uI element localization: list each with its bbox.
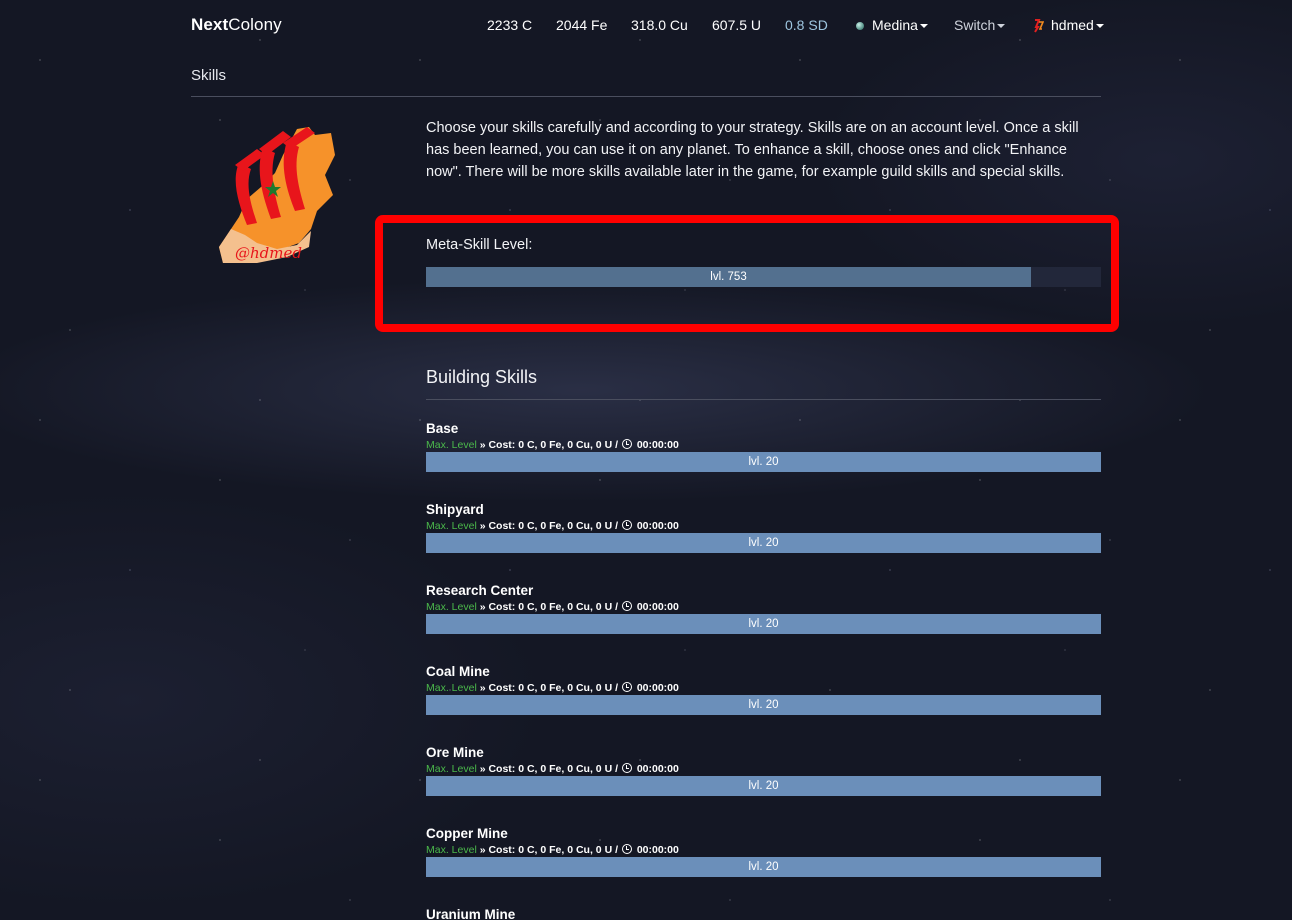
- skill-name: Shipyard: [426, 502, 484, 517]
- skill-progress-bar: lvl. 20: [426, 857, 1101, 877]
- top-navbar: NextColony 2233 C 2044 Fe 318.0 Cu 607.5…: [0, 0, 1292, 50]
- skill-level-text: lvl. 20: [748, 699, 779, 711]
- chevron-down-icon: [997, 24, 1006, 29]
- resource-coal: 2233 C: [487, 17, 533, 33]
- skill-cost-line: Max. Level » Cost: 0 C, 0 Fe, 0 Cu, 0 U …: [426, 844, 679, 856]
- skill-progress-bar: lvl. 20: [426, 452, 1101, 472]
- skill-base: Base Max. Level » Cost: 0 C, 0 Fe, 0 Cu,…: [426, 421, 1101, 491]
- clock-icon: [621, 763, 632, 773]
- skill-level-text: lvl. 20: [748, 456, 779, 468]
- clock-icon: [621, 520, 632, 530]
- skill-level-text: lvl. 20: [748, 537, 779, 549]
- resource-uranium: 607.5 U: [712, 17, 762, 33]
- max-level-label: Max. Level: [426, 763, 477, 775]
- skill-name: Copper Mine: [426, 826, 508, 841]
- skill-name: Uranium Mine: [426, 907, 516, 920]
- skill-progress-bar: lvl. 20: [426, 614, 1101, 634]
- skill-level-text: lvl. 20: [748, 780, 779, 792]
- skill-name: Base: [426, 421, 459, 436]
- skill-shipyard: Shipyard Max. Level » Cost: 0 C, 0 Fe, 0…: [426, 502, 1101, 572]
- skill-progress-bar: lvl. 20: [426, 776, 1101, 796]
- clock-icon: [621, 439, 632, 449]
- skill-copper-mine: Copper Mine Max. Level » Cost: 0 C, 0 Fe…: [426, 826, 1101, 896]
- chevron-down-icon: [919, 24, 928, 29]
- chevron-down-icon: [1095, 24, 1104, 29]
- page-title: Skills: [191, 67, 227, 84]
- user-avatar-icon: [1034, 19, 1044, 33]
- brand-logo[interactable]: NextColony: [191, 15, 282, 35]
- clock-icon: [621, 682, 632, 692]
- skill-cost-line: Max. Level » Cost: 0 C, 0 Fe, 0 Cu, 0 U …: [426, 520, 679, 532]
- skill-progress-bar: lvl. 20: [426, 695, 1101, 715]
- meta-skill-level-text: lvl. 753: [710, 271, 747, 283]
- max-level-label: Max. Level: [426, 682, 477, 694]
- planet-icon: [856, 22, 864, 31]
- skill-cost-line: Max. Level » Cost: 0 C, 0 Fe, 0 Cu, 0 U …: [426, 601, 679, 613]
- user-dropdown[interactable]: hdmed: [1032, 17, 1104, 33]
- meta-skill-label: Meta-Skill Level:: [426, 237, 533, 253]
- planet-dropdown[interactable]: Medina: [856, 17, 928, 33]
- clock-icon: [621, 844, 632, 854]
- skill-coal-mine: Coal Mine Max. Level » Cost: 0 C, 0 Fe, …: [426, 664, 1101, 734]
- clock-icon: [621, 601, 632, 611]
- resource-steem-dollar[interactable]: 0.8 SD: [785, 17, 828, 33]
- skill-level-text: lvl. 20: [748, 618, 779, 630]
- switch-dropdown[interactable]: Switch: [954, 17, 1006, 33]
- meta-skill-progress-bar: lvl. 753: [426, 267, 1101, 287]
- skill-research-center: Research Center Max. Level » Cost: 0 C, …: [426, 583, 1101, 653]
- skill-name: Research Center: [426, 583, 534, 598]
- resource-ore: 2044 Fe: [556, 17, 608, 33]
- skill-level-text: lvl. 20: [748, 861, 779, 873]
- building-skills-title: Building Skills: [426, 367, 538, 387]
- skill-progress-bar: lvl. 20: [426, 533, 1101, 553]
- max-level-label: Max. Level: [426, 439, 477, 451]
- skill-name: Ore Mine: [426, 745, 484, 760]
- max-level-label: Max. Level: [426, 520, 477, 532]
- skill-cost-line: Max. Level » Cost: 0 C, 0 Fe, 0 Cu, 0 U …: [426, 763, 679, 775]
- resource-copper: 318.0 Cu: [631, 17, 688, 33]
- section-divider: [426, 399, 1101, 400]
- skill-ore-mine: Ore Mine Max. Level » Cost: 0 C, 0 Fe, 0…: [426, 745, 1101, 815]
- profile-logo-image: @hdmed: [219, 127, 335, 263]
- skill-cost-line: Max. Level » Cost: 0 C, 0 Fe, 0 Cu, 0 U …: [426, 439, 679, 451]
- skill-cost-line: Max. Level » Cost: 0 C, 0 Fe, 0 Cu, 0 U …: [426, 682, 679, 694]
- skills-intro-text: Choose your skills carefully and accordi…: [426, 120, 1079, 180]
- title-divider: [191, 96, 1101, 97]
- max-level-label: Max. Level: [426, 601, 477, 613]
- skill-uranium-mine: Uranium Mine: [426, 907, 1101, 920]
- skill-name: Coal Mine: [426, 664, 490, 679]
- svg-text:@hdmed: @hdmed: [235, 244, 302, 262]
- max-level-label: Max. Level: [426, 844, 477, 856]
